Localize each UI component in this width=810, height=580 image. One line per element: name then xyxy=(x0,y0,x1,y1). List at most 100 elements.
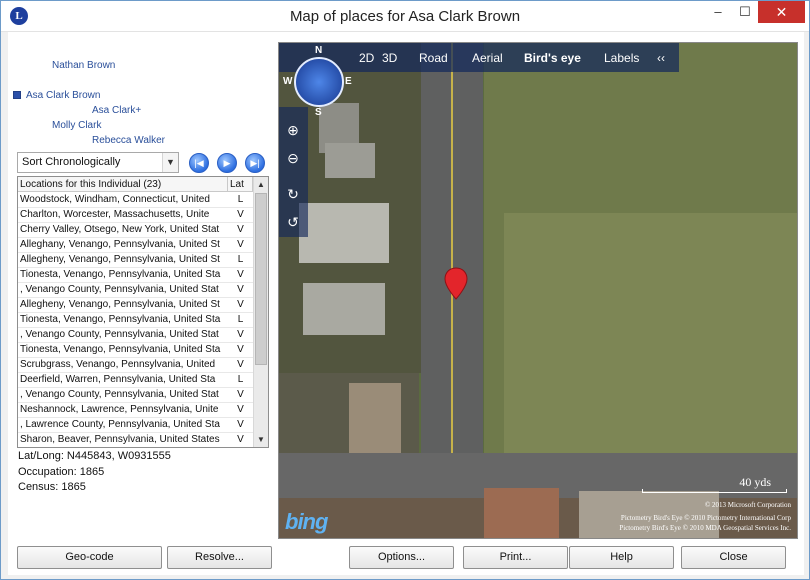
map-window: L Map of places for Asa Clark Brown – ☐ … xyxy=(0,0,810,580)
tab-labels[interactable]: Labels xyxy=(604,51,639,65)
tab-road[interactable]: Road xyxy=(419,51,448,65)
tab-birds-eye[interactable]: Bird's eye xyxy=(524,51,581,65)
list-body: Woodstock, Windham, Connecticut, United L… xyxy=(18,193,253,447)
scale-bar xyxy=(642,489,787,493)
table-row[interactable]: Tionesta, Venango, Pennsylvania, United … xyxy=(18,343,253,358)
location-cell: , Venango County, Pennsylvania, United S… xyxy=(20,284,219,295)
resolve-button[interactable]: Resolve... xyxy=(167,546,272,569)
copyright-text: Pictometry Bird's Eye © 2010 MDA Geospat… xyxy=(619,524,791,532)
tab-aerial[interactable]: Aerial xyxy=(472,51,503,65)
bing-logo: bing xyxy=(285,509,328,534)
location-cell: Scrubgrass, Venango, Pennsylvania, Unite… xyxy=(20,359,216,370)
compass-east-label: E xyxy=(345,76,352,87)
table-row[interactable]: Woodstock, Windham, Connecticut, United L xyxy=(18,193,253,208)
tab-3d[interactable]: 3D xyxy=(382,51,397,65)
lat-cell: V xyxy=(237,329,244,340)
tree-person-rebecca-walker[interactable]: Rebecca Walker xyxy=(92,135,165,146)
rotate-clockwise-icon[interactable]: ↻ xyxy=(284,185,302,203)
help-button[interactable]: Help xyxy=(569,546,674,569)
tree-person-label: Asa Clark Brown xyxy=(26,90,101,101)
location-cell: Tionesta, Venango, Pennsylvania, United … xyxy=(20,269,221,280)
occupation-text: Occupation: 1865 xyxy=(18,466,105,478)
list-scrollbar[interactable]: ▲ ▼ xyxy=(253,177,268,447)
skip-last-button[interactable]: ▶| xyxy=(245,153,265,173)
rotate-counterclockwise-icon[interactable]: ↺ xyxy=(284,213,302,231)
compass-north-label: N xyxy=(315,45,323,56)
compass-icon[interactable]: N S E W xyxy=(283,45,352,118)
lat-cell: L xyxy=(237,374,244,385)
lat-cell: V xyxy=(237,284,244,295)
lat-cell: V xyxy=(237,419,244,430)
tree-person-molly-clark[interactable]: Molly Clark xyxy=(52,120,101,131)
table-row[interactable]: Tionesta, Venango, Pennsylvania, United … xyxy=(18,313,253,328)
copyright-text: Pictometry Bird's Eye © 2010 Pictometry … xyxy=(620,514,791,522)
table-row[interactable]: Allegheny, Venango, Pennsylvania, United… xyxy=(18,253,253,268)
table-row[interactable]: Cherry Valley, Otsego, New York, United … xyxy=(18,223,253,238)
location-pin-icon[interactable] xyxy=(444,267,468,301)
table-row[interactable]: Sharon, Beaver, Pennsylvania, United Sta… xyxy=(18,433,253,447)
table-row[interactable]: , Venango County, Pennsylvania, United S… xyxy=(18,328,253,343)
lat-cell: V xyxy=(237,209,244,220)
zoom-out-icon[interactable]: ⊖ xyxy=(284,149,302,167)
lat-cell: L xyxy=(237,254,244,265)
location-cell: Allegheny, Venango, Pennsylvania, United… xyxy=(20,254,220,265)
column-header-locations[interactable]: Locations for this Individual (23) xyxy=(18,177,228,192)
locations-list[interactable]: Locations for this Individual (23) Lat W… xyxy=(17,176,269,448)
map-view[interactable]: 2D 3D Road Aerial Bird's eye Labels ‹‹ N… xyxy=(278,42,798,539)
location-cell: , Venango County, Pennsylvania, United S… xyxy=(20,329,219,340)
maximize-button[interactable]: ☐ xyxy=(732,1,758,23)
table-row[interactable]: Tionesta, Venango, Pennsylvania, United … xyxy=(18,268,253,283)
copyright-text: © 2013 Microsoft Corporation xyxy=(704,501,791,509)
scroll-thumb[interactable] xyxy=(255,193,267,365)
lat-cell: V xyxy=(237,389,244,400)
tab-2d[interactable]: 2D xyxy=(359,51,374,65)
play-button[interactable]: ▶ xyxy=(217,153,237,173)
window-title: Map of places for Asa Clark Brown xyxy=(289,8,521,25)
scale-label: 40 yds xyxy=(739,475,771,489)
location-cell: Tionesta, Venango, Pennsylvania, United … xyxy=(20,344,221,355)
table-row[interactable]: , Lawrence County, Pennsylvania, United … xyxy=(18,418,253,433)
table-row[interactable]: Deerfield, Warren, Pennsylvania, United … xyxy=(18,373,253,388)
lat-cell: V xyxy=(237,434,244,445)
minimize-button[interactable]: – xyxy=(704,1,732,23)
column-header-lat[interactable]: Lat xyxy=(228,177,253,192)
zoom-in-icon[interactable]: ⊕ xyxy=(284,121,302,139)
chevron-down-icon[interactable]: ▼ xyxy=(162,153,178,172)
lat-cell: V xyxy=(237,404,244,415)
table-row[interactable]: Allegheny, Venango, Pennsylvania, United… xyxy=(18,298,253,313)
close-button[interactable]: Close xyxy=(681,546,786,569)
location-cell: Deerfield, Warren, Pennsylvania, United … xyxy=(20,374,216,385)
location-cell: , Lawrence County, Pennsylvania, United … xyxy=(20,419,220,430)
tree-person-nathan-brown[interactable]: Nathan Brown xyxy=(52,60,115,71)
print-button[interactable]: Print... xyxy=(463,546,568,569)
location-cell: , Venango County, Pennsylvania, United S… xyxy=(20,389,219,400)
scroll-down-icon[interactable]: ▼ xyxy=(254,432,268,447)
lat-cell: V xyxy=(237,269,244,280)
collapse-toolbar-button[interactable]: ‹‹ xyxy=(657,51,665,65)
selected-marker-icon xyxy=(13,91,21,99)
lat-cell: V xyxy=(237,224,244,235)
table-row[interactable]: , Venango County, Pennsylvania, United S… xyxy=(18,388,253,403)
compass-south-label: S xyxy=(315,107,322,118)
geocode-button[interactable]: Geo-code xyxy=(17,546,162,569)
scroll-up-icon[interactable]: ▲ xyxy=(254,177,268,192)
sort-order-select[interactable]: Sort Chronologically ▼ xyxy=(17,152,179,173)
skip-first-button[interactable]: |◀ xyxy=(189,153,209,173)
table-row[interactable]: Charlton, Worcester, Massachusetts, Unit… xyxy=(18,208,253,223)
location-cell: Woodstock, Windham, Connecticut, United xyxy=(20,194,210,205)
lat-cell: V xyxy=(237,299,244,310)
lat-cell: L xyxy=(237,194,244,205)
tree-person-asa-clark-plus[interactable]: Asa Clark+ xyxy=(92,105,141,116)
close-window-button[interactable]: ✕ xyxy=(758,1,805,23)
location-cell: Allegheny, Venango, Pennsylvania, United… xyxy=(20,299,220,310)
table-row[interactable]: Neshannock, Lawrence, Pennsylvania, Unit… xyxy=(18,403,253,418)
options-button[interactable]: Options... xyxy=(349,546,454,569)
table-row[interactable]: Alleghany, Venango, Pennsylvania, United… xyxy=(18,238,253,253)
lat-cell: V xyxy=(237,239,244,250)
latlong-text: Lat/Long: N445843, W0931555 xyxy=(18,450,171,462)
table-row[interactable]: Scrubgrass, Venango, Pennsylvania, Unite… xyxy=(18,358,253,373)
aerial-imagery xyxy=(279,43,797,538)
lat-cell: V xyxy=(237,344,244,355)
tree-person-asa-clark-brown[interactable]: Asa Clark Brown xyxy=(13,90,100,101)
table-row[interactable]: , Venango County, Pennsylvania, United S… xyxy=(18,283,253,298)
